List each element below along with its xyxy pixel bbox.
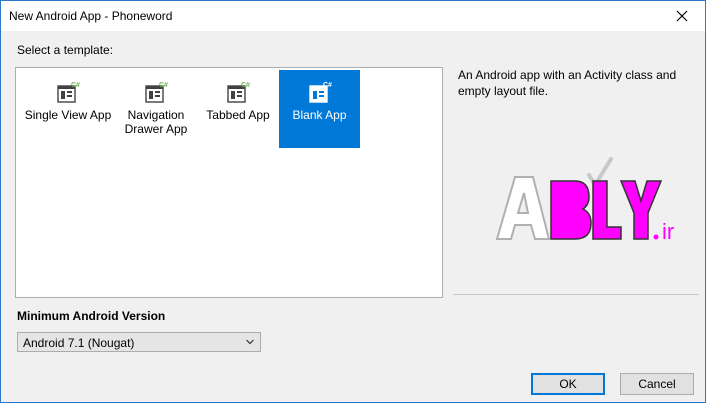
csharp-template-icon: C# <box>145 82 168 103</box>
window-title: New Android App - Phoneword <box>9 9 173 23</box>
dialog-window: New Android App - Phoneword Select a tem… <box>0 0 706 403</box>
cancel-button[interactable]: Cancel <box>620 373 694 395</box>
svg-text:C#: C# <box>323 82 332 89</box>
template-description: An Android app with an Activity class an… <box>458 68 677 98</box>
template-label: Blank App <box>292 108 347 122</box>
template-blank-app[interactable]: C# Blank App <box>279 70 360 148</box>
close-button[interactable] <box>659 1 705 31</box>
template-navigation-drawer-app[interactable]: C# Navigation Drawer App <box>118 70 194 148</box>
close-icon <box>676 10 688 22</box>
ok-button[interactable]: OK <box>531 373 605 395</box>
template-tabbed-app[interactable]: C# Tabbed App <box>200 70 276 148</box>
svg-text:C#: C# <box>159 82 168 89</box>
chevron-down-icon <box>246 339 254 345</box>
minimum-android-version-label: Minimum Android Version <box>17 309 166 323</box>
svg-text:C#: C# <box>71 82 80 89</box>
csharp-template-icon: C# <box>308 82 332 103</box>
android-version-value: Android 7.1 (Nougat) <box>23 336 135 350</box>
svg-text:ir: ir <box>662 219 674 244</box>
csharp-template-icon: C# <box>227 82 250 103</box>
description-divider <box>453 294 699 295</box>
template-label: Navigation Drawer App <box>124 108 188 136</box>
template-list[interactable]: C# Single View App C# Navigation Drawer … <box>15 67 443 298</box>
csharp-template-icon: C# <box>57 82 80 103</box>
template-single-view-app[interactable]: C# Single View App <box>18 70 118 148</box>
ably-watermark-logo: ir <box>495 157 674 244</box>
title-bar: New Android App - Phoneword <box>1 1 705 31</box>
template-label: Single View App <box>24 108 112 122</box>
svg-text:C#: C# <box>241 82 250 89</box>
select-template-label: Select a template: <box>17 43 114 57</box>
template-label: Tabbed App <box>206 108 270 122</box>
android-version-select[interactable]: Android 7.1 (Nougat) <box>17 332 261 352</box>
